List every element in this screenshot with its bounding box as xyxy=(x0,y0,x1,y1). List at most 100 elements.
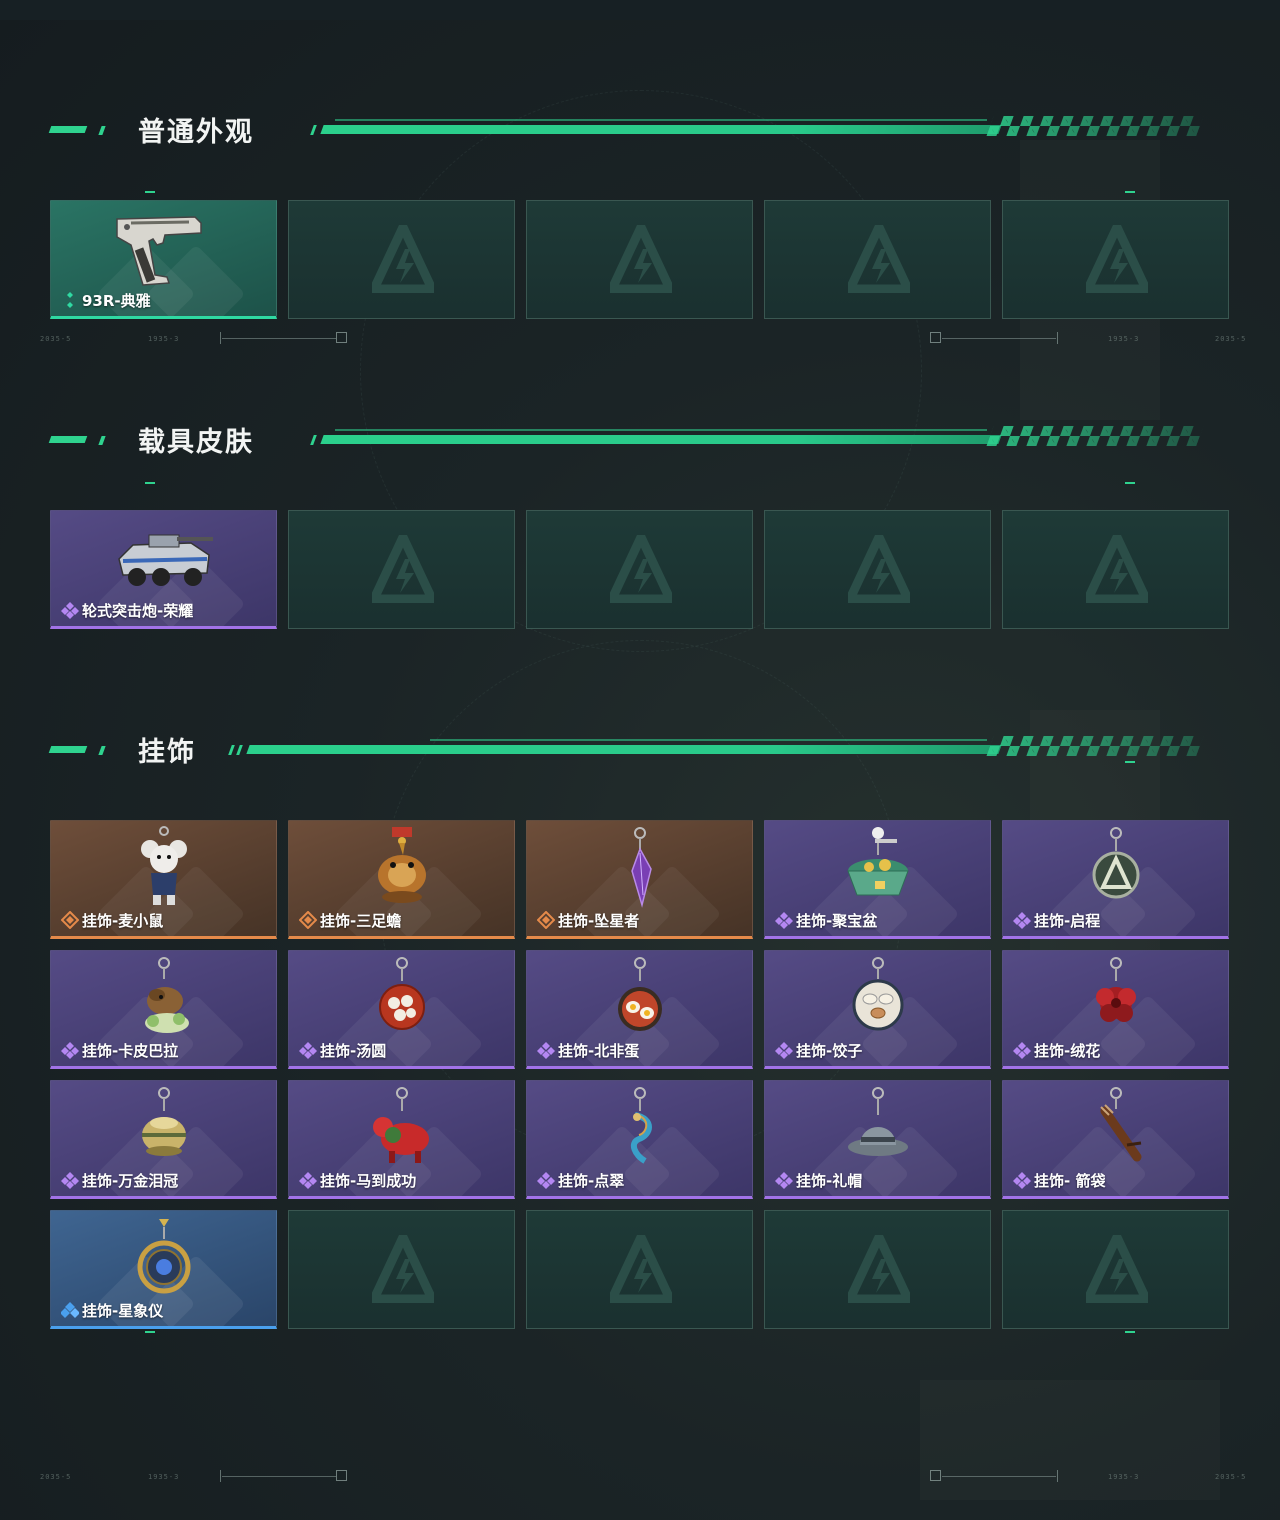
mouse-pendant-icon xyxy=(109,825,219,911)
item-card[interactable]: 挂饰-启程 xyxy=(1002,820,1229,939)
header-checker-pattern xyxy=(986,736,1204,756)
item-name: 挂饰-卡皮巴拉 xyxy=(82,1041,179,1060)
item-card[interactable]: 挂饰- 箭袋 xyxy=(1002,1080,1229,1199)
top-bar xyxy=(0,0,1280,20)
section-header-normal: 普通外观 xyxy=(48,116,1230,148)
rarity-purple-icon xyxy=(775,1041,793,1059)
item-label-row: 挂饰-启程 xyxy=(1013,910,1100,930)
item-label-row: 挂饰-坠星者 xyxy=(536,910,639,930)
hud-ruler-left: 2035-5 1935-3 xyxy=(40,1470,360,1482)
hud-ruler-right: 1935-3 2035-5 xyxy=(930,1470,1250,1482)
item-label-row: 轮式突击炮-荣耀 xyxy=(61,600,193,620)
hud-ruler-right: 1935-3 2035-5 xyxy=(930,332,1250,344)
hud-ruler-left: 2035-5 1935-3 xyxy=(40,332,360,344)
item-card[interactable]: 挂饰-万金泪冠 xyxy=(50,1080,277,1199)
item-card[interactable]: 挂饰-星象仪 xyxy=(50,1210,277,1329)
item-card[interactable]: 挂饰-聚宝盆 xyxy=(764,820,991,939)
astrolabe-pendant-icon xyxy=(109,1215,219,1301)
item-name: 挂饰-绒花 xyxy=(1034,1041,1101,1060)
section-title: 挂饰 xyxy=(138,737,196,768)
placeholder-logo-icon xyxy=(369,1232,437,1304)
item-card[interactable]: 轮式突击炮-荣耀 xyxy=(50,510,277,629)
horse-pendant-icon xyxy=(347,1085,457,1171)
empty-slot xyxy=(288,1210,515,1329)
rarity-purple-icon xyxy=(775,911,793,929)
item-card[interactable]: 挂饰-点翠 xyxy=(526,1080,753,1199)
header-accent-dash xyxy=(98,746,106,755)
section-tick xyxy=(145,191,155,193)
rarity-purple-icon xyxy=(537,1041,555,1059)
header-slash xyxy=(236,745,243,755)
item-label-row: 挂饰-卡皮巴拉 xyxy=(61,1040,178,1060)
empty-slot xyxy=(288,200,515,319)
item-card[interactable]: 挂饰-三足蟾 xyxy=(288,820,515,939)
item-card[interactable]: 挂饰-卡皮巴拉 xyxy=(50,950,277,1069)
rarity-purple-icon xyxy=(61,1041,79,1059)
rarity-purple-icon xyxy=(1013,1041,1031,1059)
item-name: 挂饰-北非蛋 xyxy=(558,1041,640,1060)
placeholder-logo-icon xyxy=(369,532,437,604)
rarity-purple-icon xyxy=(299,1171,317,1189)
item-card[interactable]: 挂饰-饺子 xyxy=(764,950,991,1069)
placeholder-logo-icon xyxy=(1083,1232,1151,1304)
empty-slot xyxy=(764,1210,991,1329)
empty-slot xyxy=(526,200,753,319)
placeholder-logo-icon xyxy=(845,222,913,294)
placeholder-logo-icon xyxy=(845,1232,913,1304)
placeholder-logo-icon xyxy=(845,532,913,604)
rarity-purple-icon xyxy=(61,1171,79,1189)
item-card[interactable]: 挂饰-礼帽 xyxy=(764,1080,991,1199)
rarity-purple-icon xyxy=(1013,1171,1031,1189)
item-name: 挂饰- 箭袋 xyxy=(1034,1171,1106,1190)
header-line xyxy=(320,125,1002,134)
item-label-row: 挂饰-汤圆 xyxy=(299,1040,386,1060)
item-name: 挂饰-星象仪 xyxy=(82,1301,164,1320)
item-name: 挂饰-礼帽 xyxy=(796,1171,863,1190)
item-card[interactable]: 挂饰-马到成功 xyxy=(288,1080,515,1199)
header-accent-dash xyxy=(98,436,106,445)
empty-slot xyxy=(1002,200,1229,319)
item-label-row: 挂饰-北非蛋 xyxy=(537,1040,639,1060)
item-label-row: 挂饰-万金泪冠 xyxy=(61,1170,178,1190)
item-card[interactable]: 挂饰-北非蛋 xyxy=(526,950,753,1069)
rarity-purple-icon xyxy=(775,1171,793,1189)
quiver-pendant-icon xyxy=(1061,1085,1171,1171)
item-name: 挂饰-万金泪冠 xyxy=(82,1171,179,1190)
empty-slot xyxy=(1002,510,1229,629)
rarity-purple-icon xyxy=(537,1171,555,1189)
pistol-icon xyxy=(109,205,219,291)
section-tick xyxy=(1125,1331,1135,1333)
header-line xyxy=(320,435,1002,444)
item-name: 93R-典雅 xyxy=(82,291,151,310)
item-label-row: 挂饰-聚宝盆 xyxy=(775,910,877,930)
placeholder-logo-icon xyxy=(607,1232,675,1304)
item-card[interactable]: 挂饰-汤圆 xyxy=(288,950,515,1069)
flower-pendant-icon xyxy=(1061,955,1171,1041)
header-slash xyxy=(228,745,235,755)
item-label-row: 挂饰-礼帽 xyxy=(775,1170,862,1190)
header-line xyxy=(246,745,1002,754)
capybara-pendant-icon xyxy=(109,955,219,1041)
background-building-decoration xyxy=(920,1380,1220,1500)
placeholder-logo-icon xyxy=(1083,532,1151,604)
rarity-green-icon xyxy=(61,291,79,309)
rarity-blue-icon xyxy=(60,1301,80,1319)
section-tick xyxy=(1125,191,1135,193)
item-name: 挂饰-汤圆 xyxy=(320,1041,387,1060)
item-label-row: 挂饰-点翠 xyxy=(537,1170,624,1190)
emblem-pendant-icon xyxy=(1061,825,1171,911)
item-label-row: 挂饰-三足蟾 xyxy=(298,910,401,930)
item-card[interactable]: 挂饰-麦小鼠 xyxy=(50,820,277,939)
placeholder-logo-icon xyxy=(1083,222,1151,294)
empty-slot xyxy=(764,510,991,629)
item-label-row: 挂饰-绒花 xyxy=(1013,1040,1100,1060)
empty-slot xyxy=(526,1210,753,1329)
item-card[interactable]: 挂饰-坠星者 xyxy=(526,820,753,939)
item-label-row: 93R-典雅 xyxy=(61,290,151,310)
header-accent-dash xyxy=(48,126,88,133)
header-checker-pattern xyxy=(986,116,1204,136)
item-card[interactable]: 挂饰-绒花 xyxy=(1002,950,1229,1069)
crown-pendant-icon xyxy=(109,1085,219,1171)
item-card[interactable]: 93R-典雅 xyxy=(50,200,277,319)
toad-pendant-icon xyxy=(347,825,457,911)
